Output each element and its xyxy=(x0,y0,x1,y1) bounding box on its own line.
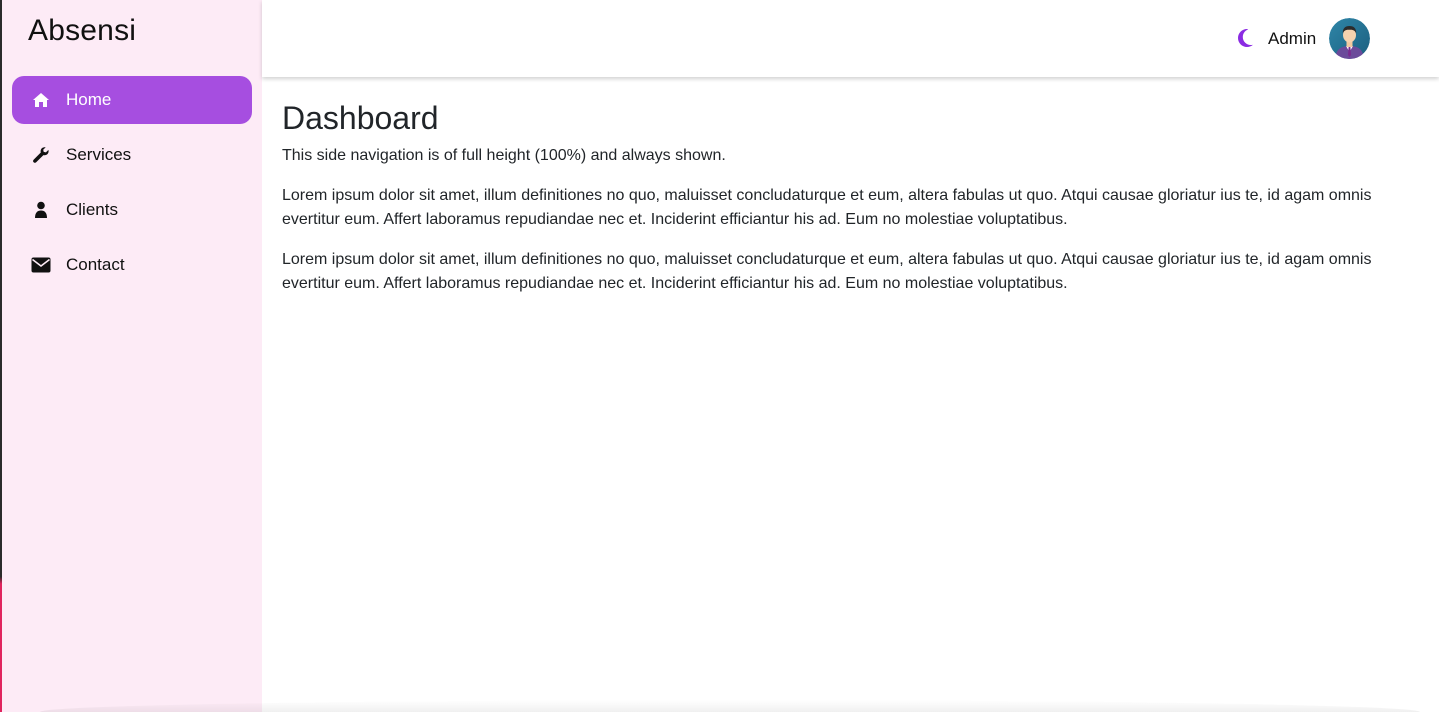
sidebar-item-label: Contact xyxy=(66,255,125,274)
moon-icon[interactable] xyxy=(1232,26,1256,50)
user-name[interactable]: Admin xyxy=(1268,29,1316,49)
sidebar-item-clients[interactable]: Clients xyxy=(12,186,252,234)
page-title: Dashboard xyxy=(282,100,439,136)
envelope-icon xyxy=(30,254,52,276)
sidebar-item-label: Home xyxy=(66,90,112,109)
body-paragraph: Lorem ipsum dolor sit amet, illum defini… xyxy=(282,251,1372,292)
avatar-icon[interactable] xyxy=(1329,18,1370,59)
main-content: Dashboard This side navigation is of ful… xyxy=(282,98,1422,296)
sidebar: Absensi Home Services Clients Contact xyxy=(2,0,262,712)
brand-title: Absensi xyxy=(28,14,137,47)
sidebar-item-services[interactable]: Services xyxy=(12,131,252,179)
sidebar-item-contact[interactable]: Contact xyxy=(12,241,252,289)
sidebar-item-home[interactable]: Home xyxy=(12,76,252,124)
intro-text: This side navigation is of full height (… xyxy=(282,147,726,164)
sidebar-item-label: Clients xyxy=(66,200,118,219)
body-paragraph: Lorem ipsum dolor sit amet, illum defini… xyxy=(282,187,1372,228)
sidebar-nav: Home Services Clients Contact xyxy=(12,76,252,296)
home-icon xyxy=(30,89,52,111)
app-root: Absensi Home Services Clients Contact Ad… xyxy=(0,0,1439,712)
wrench-icon xyxy=(30,144,52,166)
sidebar-item-label: Services xyxy=(66,145,132,164)
user-icon xyxy=(30,199,52,221)
top-navbar: Admin xyxy=(262,0,1439,77)
